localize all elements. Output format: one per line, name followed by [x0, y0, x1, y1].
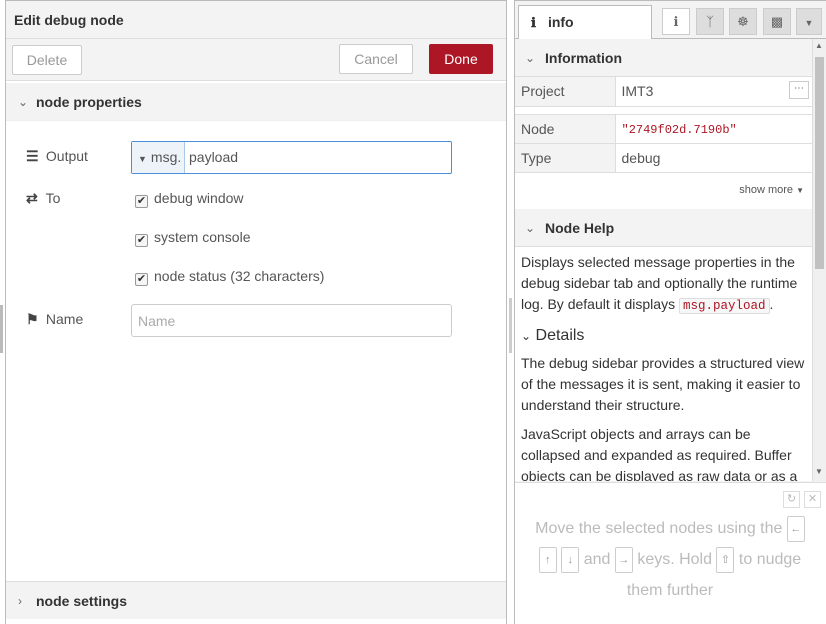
sidebar: ℹ info ℹ ᛉ ☸ ▩ ▼ ⌄ Information Project IM… [514, 0, 826, 624]
typed-input-type-button[interactable]: ▼ msg. [132, 142, 185, 173]
row-key: Project [515, 77, 616, 107]
show-more-link[interactable]: show more ▼ [515, 172, 812, 209]
table-row: Node "2749f02d.7190b" [515, 114, 812, 144]
key-shift-icon: ⇧ [716, 546, 735, 573]
key-right-icon: → [614, 546, 633, 573]
section-label: node properties [36, 94, 142, 110]
shuffle-icon: ⇄ [26, 190, 38, 206]
tag-icon: ⚑ [26, 311, 39, 327]
tab-info[interactable]: ℹ info [518, 5, 652, 39]
more-icon[interactable]: ⋯ [789, 81, 809, 99]
info-panel: ⌄ Information Project IMT3 ⋯ Node "2749f… [515, 39, 812, 481]
checkbox-icon[interactable]: ✔ [135, 273, 148, 286]
tip-text: Move the selected nodes using the ← ↑ ↓ … [529, 513, 811, 606]
information-section-header[interactable]: ⌄ Information [515, 39, 812, 77]
node-settings-section-header[interactable]: › node settings [6, 581, 506, 619]
chevron-down-icon: ⌄ [18, 95, 29, 109]
key-up-icon: ↑ [538, 546, 557, 573]
system-console-checkbox[interactable]: ✔ system console [135, 229, 250, 247]
sidebar-tabs: ℹ info ℹ ᛉ ☸ ▩ ▼ [515, 1, 826, 39]
table-row-spacer [515, 106, 812, 115]
debug-window-checkbox[interactable]: ✔ debug window [135, 190, 244, 208]
node-help-section-header[interactable]: ⌄ Node Help [515, 208, 812, 247]
checkbox-icon[interactable]: ✔ [135, 234, 148, 247]
details-heading: ⌄ Details [521, 326, 585, 344]
caret-down-icon: ▼ [138, 154, 147, 164]
row-key: Type [515, 143, 616, 173]
delete-button[interactable]: Delete [12, 45, 82, 75]
output-value[interactable]: payload [189, 142, 238, 173]
help-paragraph: The debug sidebar provides a structured … [521, 354, 805, 413]
section-label: node settings [36, 593, 128, 609]
scroll-down-icon[interactable]: ▼ [815, 467, 823, 476]
info-table: Project IMT3 ⋯ Node "2749f02d.7190b" Typ… [515, 77, 812, 173]
project-tab-button[interactable]: ᛉ [696, 8, 724, 35]
tray-toolbar: Delete Cancel Done [6, 39, 506, 81]
help-paragraph: JavaScript objects and arrays can be col… [521, 425, 798, 482]
tray-title: Edit debug node [6, 1, 506, 39]
tray-resize-handle[interactable] [0, 305, 3, 353]
info-tab-button[interactable]: ℹ [662, 8, 690, 35]
node-status-checkbox[interactable]: ✔ node status (32 characters) [135, 268, 324, 286]
chevron-down-icon: ▼ [804, 18, 814, 28]
scrollbar-thumb[interactable] [815, 57, 824, 269]
node-properties-section-header[interactable]: ⌄ node properties [6, 83, 506, 121]
scroll-up-icon[interactable]: ▲ [815, 41, 823, 50]
row-key: Node [515, 114, 616, 144]
key-down-icon: ↓ [561, 546, 580, 573]
dashboard-tab-button[interactable]: ▩ [763, 8, 791, 35]
chevron-right-icon: › [18, 594, 22, 608]
refresh-icon[interactable]: ↻ [783, 491, 800, 508]
name-input[interactable] [131, 304, 452, 337]
cancel-button[interactable]: Cancel [339, 44, 413, 74]
table-row: Project IMT3 ⋯ [515, 77, 812, 107]
table-row: Type debug [515, 143, 812, 173]
row-value: debug [615, 143, 812, 173]
chart-icon: ▩ [770, 14, 784, 29]
tab-menu-button[interactable]: ▼ [796, 8, 822, 35]
branch-icon: ᛉ [706, 14, 714, 29]
scrollbar[interactable]: ▲ ▼ [812, 39, 826, 481]
checkbox-icon[interactable]: ✔ [135, 195, 148, 208]
chevron-down-icon: ⌄ [521, 328, 532, 343]
tips-panel: ↻ ✕ Move the selected nodes using the ← … [515, 482, 826, 624]
caret-down-icon: ▼ [796, 185, 804, 195]
row-value: IMT3 ⋯ [615, 77, 812, 107]
list-icon: ☰ [26, 148, 39, 164]
done-button[interactable]: Done [429, 44, 493, 74]
name-label: ⚑ Name [26, 311, 84, 327]
output-label: ☰ Output [26, 148, 88, 164]
help-paragraph: Displays selected message properties in … [521, 253, 798, 314]
sidebar-splitter-handle[interactable] [509, 298, 512, 353]
to-label: ⇄ To [26, 190, 61, 206]
chevron-down-icon: ⌄ [525, 220, 536, 235]
node-help-content: Displays selected message properties in … [515, 246, 812, 482]
code-snippet: msg.payload [678, 297, 770, 314]
output-typed-input[interactable]: ▼ msg. payload [131, 141, 452, 174]
debug-tab-button[interactable]: ☸ [729, 8, 757, 35]
info-icon: ℹ [531, 15, 536, 30]
key-left-icon: ← [786, 515, 805, 542]
info-icon: ℹ [673, 14, 679, 29]
edit-node-tray: Edit debug node Delete Cancel Done ⌄ nod… [5, 0, 507, 624]
row-value: "2749f02d.7190b" [615, 114, 812, 144]
bug-icon: ☸ [737, 14, 749, 29]
chevron-down-icon: ⌄ [525, 51, 536, 65]
close-icon[interactable]: ✕ [804, 491, 821, 508]
